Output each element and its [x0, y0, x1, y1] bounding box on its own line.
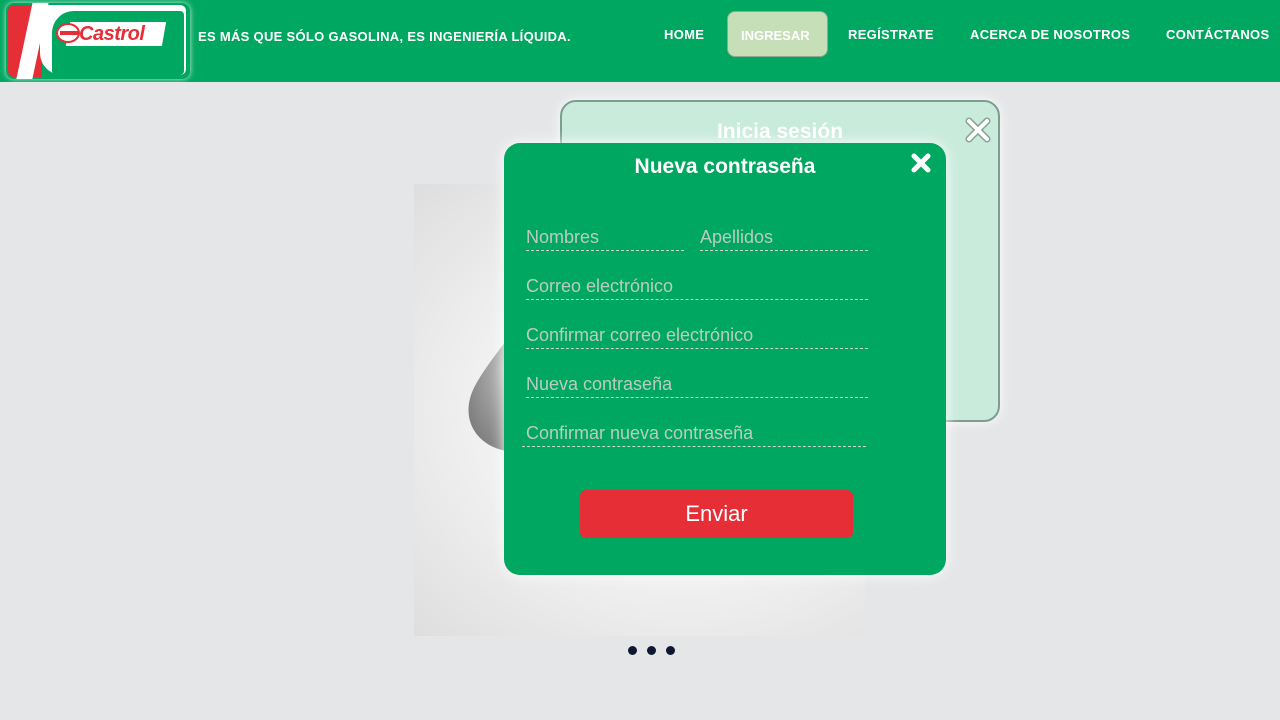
carousel-dot-2[interactable] [647, 646, 656, 655]
logo-wordmark: Castrol [79, 23, 145, 45]
submit-button[interactable]: Enviar [580, 490, 853, 538]
logo-disc-bar [60, 31, 78, 35]
nav-ingresar-label: INGRESAR [741, 28, 810, 43]
email-field [526, 274, 868, 300]
top-navbar: Castrol ES MÁS QUE SÓLO GASOLINA, ES ING… [0, 0, 1280, 82]
nav-registrate[interactable]: REGÍSTRATE [848, 27, 934, 42]
nav-acerca-de-nosotros[interactable]: ACERCA DE NOSOTROS [970, 27, 1130, 42]
tagline: ES MÁS QUE SÓLO GASOLINA, ES INGENIERÍA … [198, 29, 571, 44]
reset-password-modal: Nueva contraseña Enviar [504, 143, 946, 575]
new-password-field [526, 372, 868, 398]
carousel-dot-1[interactable] [628, 646, 637, 655]
first-name-field [526, 225, 684, 251]
last-name-input[interactable] [700, 225, 868, 249]
first-name-input[interactable] [526, 225, 684, 249]
reset-close-icon[interactable] [910, 152, 932, 174]
castrol-logo[interactable]: Castrol [6, 3, 190, 79]
login-modal-title: Inicia sesión [716, 120, 844, 143]
confirm-email-field [526, 323, 868, 349]
last-name-field [700, 225, 868, 251]
confirm-password-field [522, 421, 870, 447]
confirm-email-input[interactable] [526, 323, 868, 347]
carousel-dot-3[interactable] [666, 646, 675, 655]
login-close-icon[interactable] [964, 116, 992, 144]
new-password-input[interactable] [526, 372, 868, 396]
nav-contactanos[interactable]: CONTÁCTANOS [1166, 27, 1269, 42]
nav-ingresar[interactable]: INGRESAR [727, 11, 828, 57]
confirm-password-input[interactable] [526, 421, 870, 445]
reset-modal-title: Nueva contraseña [634, 155, 816, 178]
nav-home[interactable]: HOME [664, 27, 704, 42]
email-input[interactable] [526, 274, 868, 298]
